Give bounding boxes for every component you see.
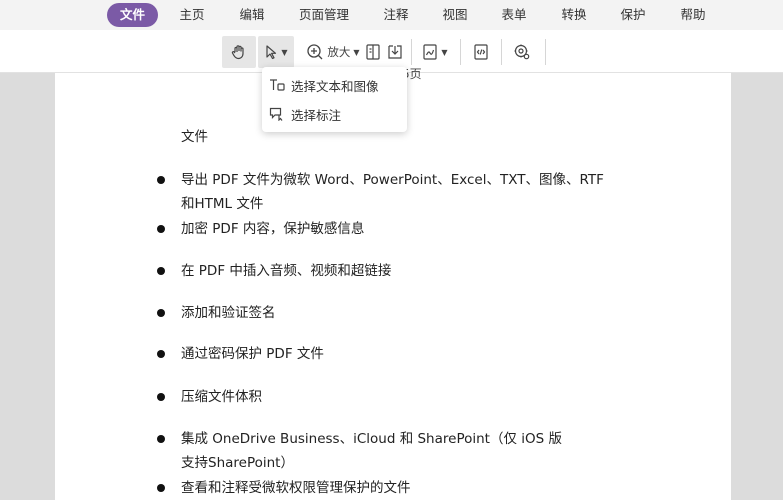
document-page: 5页 文件 导出 PDF 文件为微软 Word、PowerPoint、Excel… bbox=[55, 67, 731, 500]
menu-view[interactable]: 视图 bbox=[435, 3, 475, 27]
chevron-down-icon[interactable]: ▼ bbox=[441, 48, 447, 57]
select-pointer-icon bbox=[264, 44, 278, 60]
code-button[interactable] bbox=[468, 36, 494, 68]
menu-help[interactable]: 帮助 bbox=[673, 3, 713, 27]
menu-form[interactable]: 表单 bbox=[494, 3, 534, 27]
list-item-text: 在 PDF 中插入音频、视频和超链接 bbox=[181, 263, 392, 279]
menu-bar: 文件 主页 编辑 页面管理 注释 视图 表单 转换 保护 帮助 bbox=[0, 0, 783, 30]
menu-edit[interactable]: 编辑 bbox=[232, 3, 272, 27]
hand-tool-button[interactable] bbox=[222, 36, 256, 68]
zoom-label: 放大 bbox=[327, 45, 351, 59]
dropdown-item-select-text-image[interactable]: 选择文本和图像 bbox=[262, 71, 407, 99]
list-item-text: 导出 PDF 文件为微软 Word、PowerPoint、Excel、TXT、图… bbox=[181, 172, 604, 188]
bullet-dot bbox=[157, 350, 165, 358]
bullet-dot bbox=[157, 393, 165, 401]
list-item-text: 支持SharePoint） bbox=[181, 455, 294, 471]
ocr-settings-icon bbox=[513, 43, 531, 61]
dropdown-item-label: 选择标注 bbox=[291, 107, 342, 123]
download-icon bbox=[386, 43, 404, 61]
toolbar-divider bbox=[545, 39, 546, 65]
hand-icon bbox=[230, 43, 248, 61]
download-button[interactable] bbox=[384, 36, 406, 68]
toolbar-divider bbox=[460, 39, 461, 65]
chevron-down-icon[interactable]: ▼ bbox=[353, 48, 359, 57]
toolbar-divider bbox=[501, 39, 502, 65]
dropdown-item-select-annotation[interactable]: 选择标注 bbox=[262, 100, 407, 128]
list-item-text: 集成 OneDrive Business、iCloud 和 SharePoint… bbox=[181, 431, 562, 447]
ocr-settings-button[interactable] bbox=[508, 36, 536, 68]
list-item-text: 通过密码保护 PDF 文件 bbox=[181, 346, 324, 362]
sign-icon bbox=[422, 43, 438, 61]
page-view-icon bbox=[365, 43, 381, 61]
heading-tail-text: 文件 bbox=[181, 129, 208, 145]
toolbar-divider bbox=[411, 39, 412, 65]
list-item-text: 和HTML 文件 bbox=[181, 196, 264, 212]
bullet-dot bbox=[157, 435, 165, 443]
dropdown-item-label: 选择文本和图像 bbox=[291, 78, 379, 94]
code-icon bbox=[473, 43, 489, 61]
annotation-select-icon bbox=[269, 107, 287, 121]
sign-button[interactable]: ▼ bbox=[416, 36, 454, 68]
select-tool-button[interactable]: ▼ bbox=[258, 36, 294, 68]
bullet-dot bbox=[157, 176, 165, 184]
menu-page-management[interactable]: 页面管理 bbox=[292, 3, 356, 27]
zoom-in-button[interactable]: 放大 ▼ bbox=[302, 36, 364, 68]
menu-comment[interactable]: 注释 bbox=[376, 3, 416, 27]
bullet-dot bbox=[157, 484, 165, 492]
list-item-text: 查看和注释受微软权限管理保护的文件 bbox=[181, 480, 411, 496]
menu-file[interactable]: 文件 bbox=[107, 3, 158, 27]
page-view-button[interactable] bbox=[363, 36, 383, 68]
text-image-select-icon bbox=[269, 78, 287, 92]
zoom-in-icon bbox=[306, 43, 324, 61]
menu-home[interactable]: 主页 bbox=[172, 3, 212, 27]
list-item-text: 添加和验证签名 bbox=[181, 305, 276, 321]
menu-protect[interactable]: 保护 bbox=[613, 3, 653, 27]
bullet-dot bbox=[157, 267, 165, 275]
menu-convert[interactable]: 转换 bbox=[554, 3, 594, 27]
bullet-dot bbox=[157, 225, 165, 233]
list-item-text: 加密 PDF 内容，保护敏感信息 bbox=[181, 221, 365, 237]
list-item-text: 压缩文件体积 bbox=[181, 389, 262, 405]
select-tool-dropdown: 选择文本和图像 选择标注 bbox=[262, 67, 407, 132]
bullet-dot bbox=[157, 309, 165, 317]
chevron-down-icon[interactable]: ▼ bbox=[281, 48, 287, 57]
